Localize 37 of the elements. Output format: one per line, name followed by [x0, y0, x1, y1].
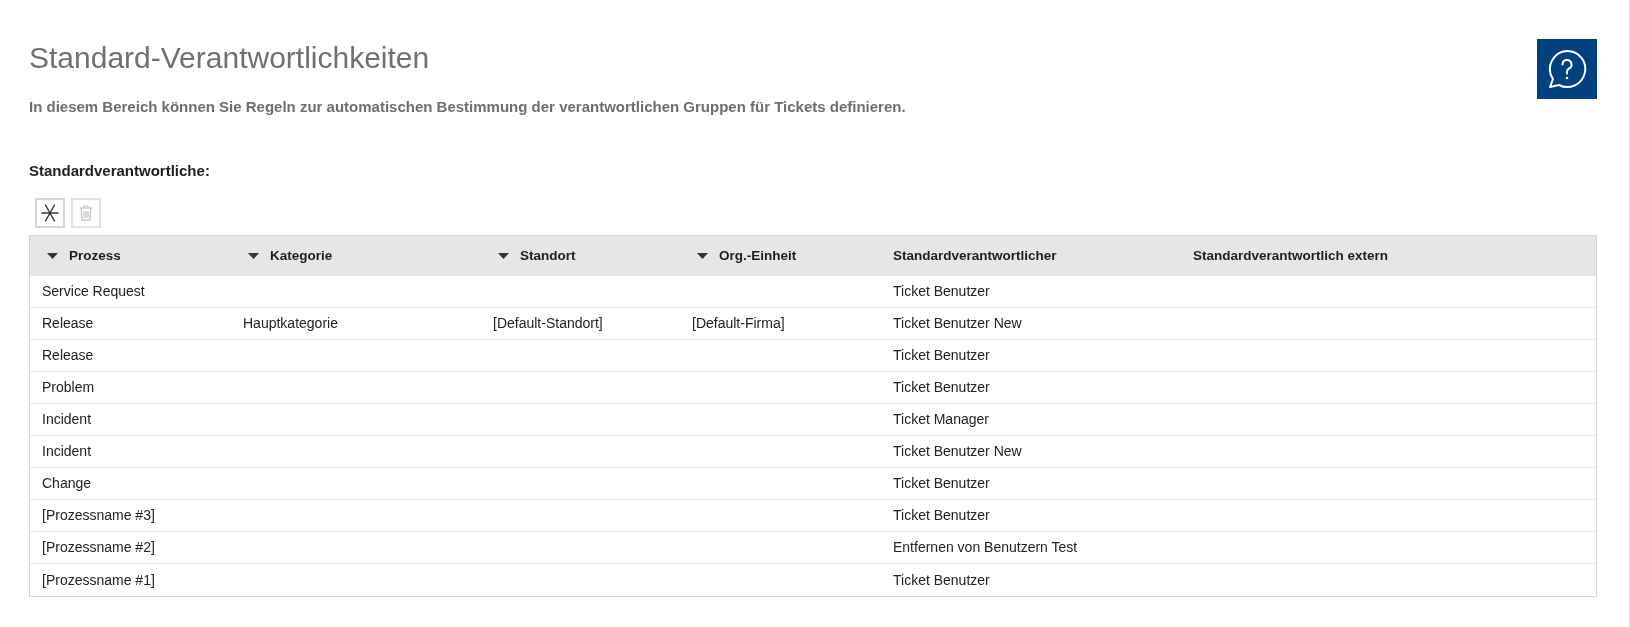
table-cell-text: Hauptkategorie	[243, 314, 338, 333]
table-cell-text: [Prozessname #1]	[42, 570, 155, 590]
table-cell-text: Ticket Benutzer	[893, 346, 990, 365]
help-button[interactable]	[1537, 39, 1597, 99]
table-cell-text: [Prozessname #2]	[42, 538, 155, 557]
table-cell-text: Ticket Benutzer New	[893, 314, 1022, 333]
column-header: Standardverantwortlicher	[893, 246, 1057, 265]
table-cell-text: Problem	[42, 378, 95, 397]
table-cell-text: Incident	[42, 410, 92, 429]
table-cell-text: Entfernen von Benutzern Test	[893, 538, 1078, 557]
table-cell-text: Ticket Benutzer	[893, 474, 990, 493]
table-cell-text: Ticket Benutzer	[893, 570, 990, 590]
help-chat-icon	[1546, 48, 1588, 90]
page-description: In diesem Bereich können Sie Regeln zur automatischen Bestimmung der verantwortlichen Gruppen für Tickets definieren.	[29, 97, 906, 117]
table-cell-text: Service Request	[42, 282, 145, 301]
add-button[interactable]	[35, 198, 65, 228]
table-cell-text: Ticket Manager	[893, 410, 989, 429]
table-cell-text: Ticket Benutzer	[893, 378, 990, 397]
table-cell-text: [Default-Firma]	[692, 314, 785, 333]
asterisk-icon	[41, 204, 59, 222]
trash-icon	[79, 205, 93, 221]
table-cell-text: Change	[42, 474, 92, 493]
table-cell-text: Ticket Benutzer	[893, 506, 990, 525]
section-title: Standardverantwortliche:	[29, 161, 211, 181]
column-header-button[interactable]: Org.-Einheit	[697, 245, 797, 267]
column-header-button[interactable]: Prozess	[47, 245, 121, 267]
table-cell-text: [Prozessname #3]	[42, 506, 155, 525]
table-cell-text: Ticket Benutzer New	[893, 442, 1022, 461]
column-header: Standardverantwortlich extern	[1193, 246, 1389, 265]
table-cell-text: [Default-Standort]	[493, 314, 603, 333]
table-cell-text: Incident	[42, 442, 92, 461]
table-cell-text: Release	[42, 314, 94, 333]
column-header-button[interactable]: Kategorie	[248, 245, 333, 267]
page-title: Standard-Verantwortlichkeiten	[29, 40, 431, 76]
column-header-button[interactable]: Standort	[498, 245, 576, 267]
table-cell-text: Release	[42, 346, 94, 365]
table-cell-text: Ticket Benutzer	[893, 282, 990, 301]
